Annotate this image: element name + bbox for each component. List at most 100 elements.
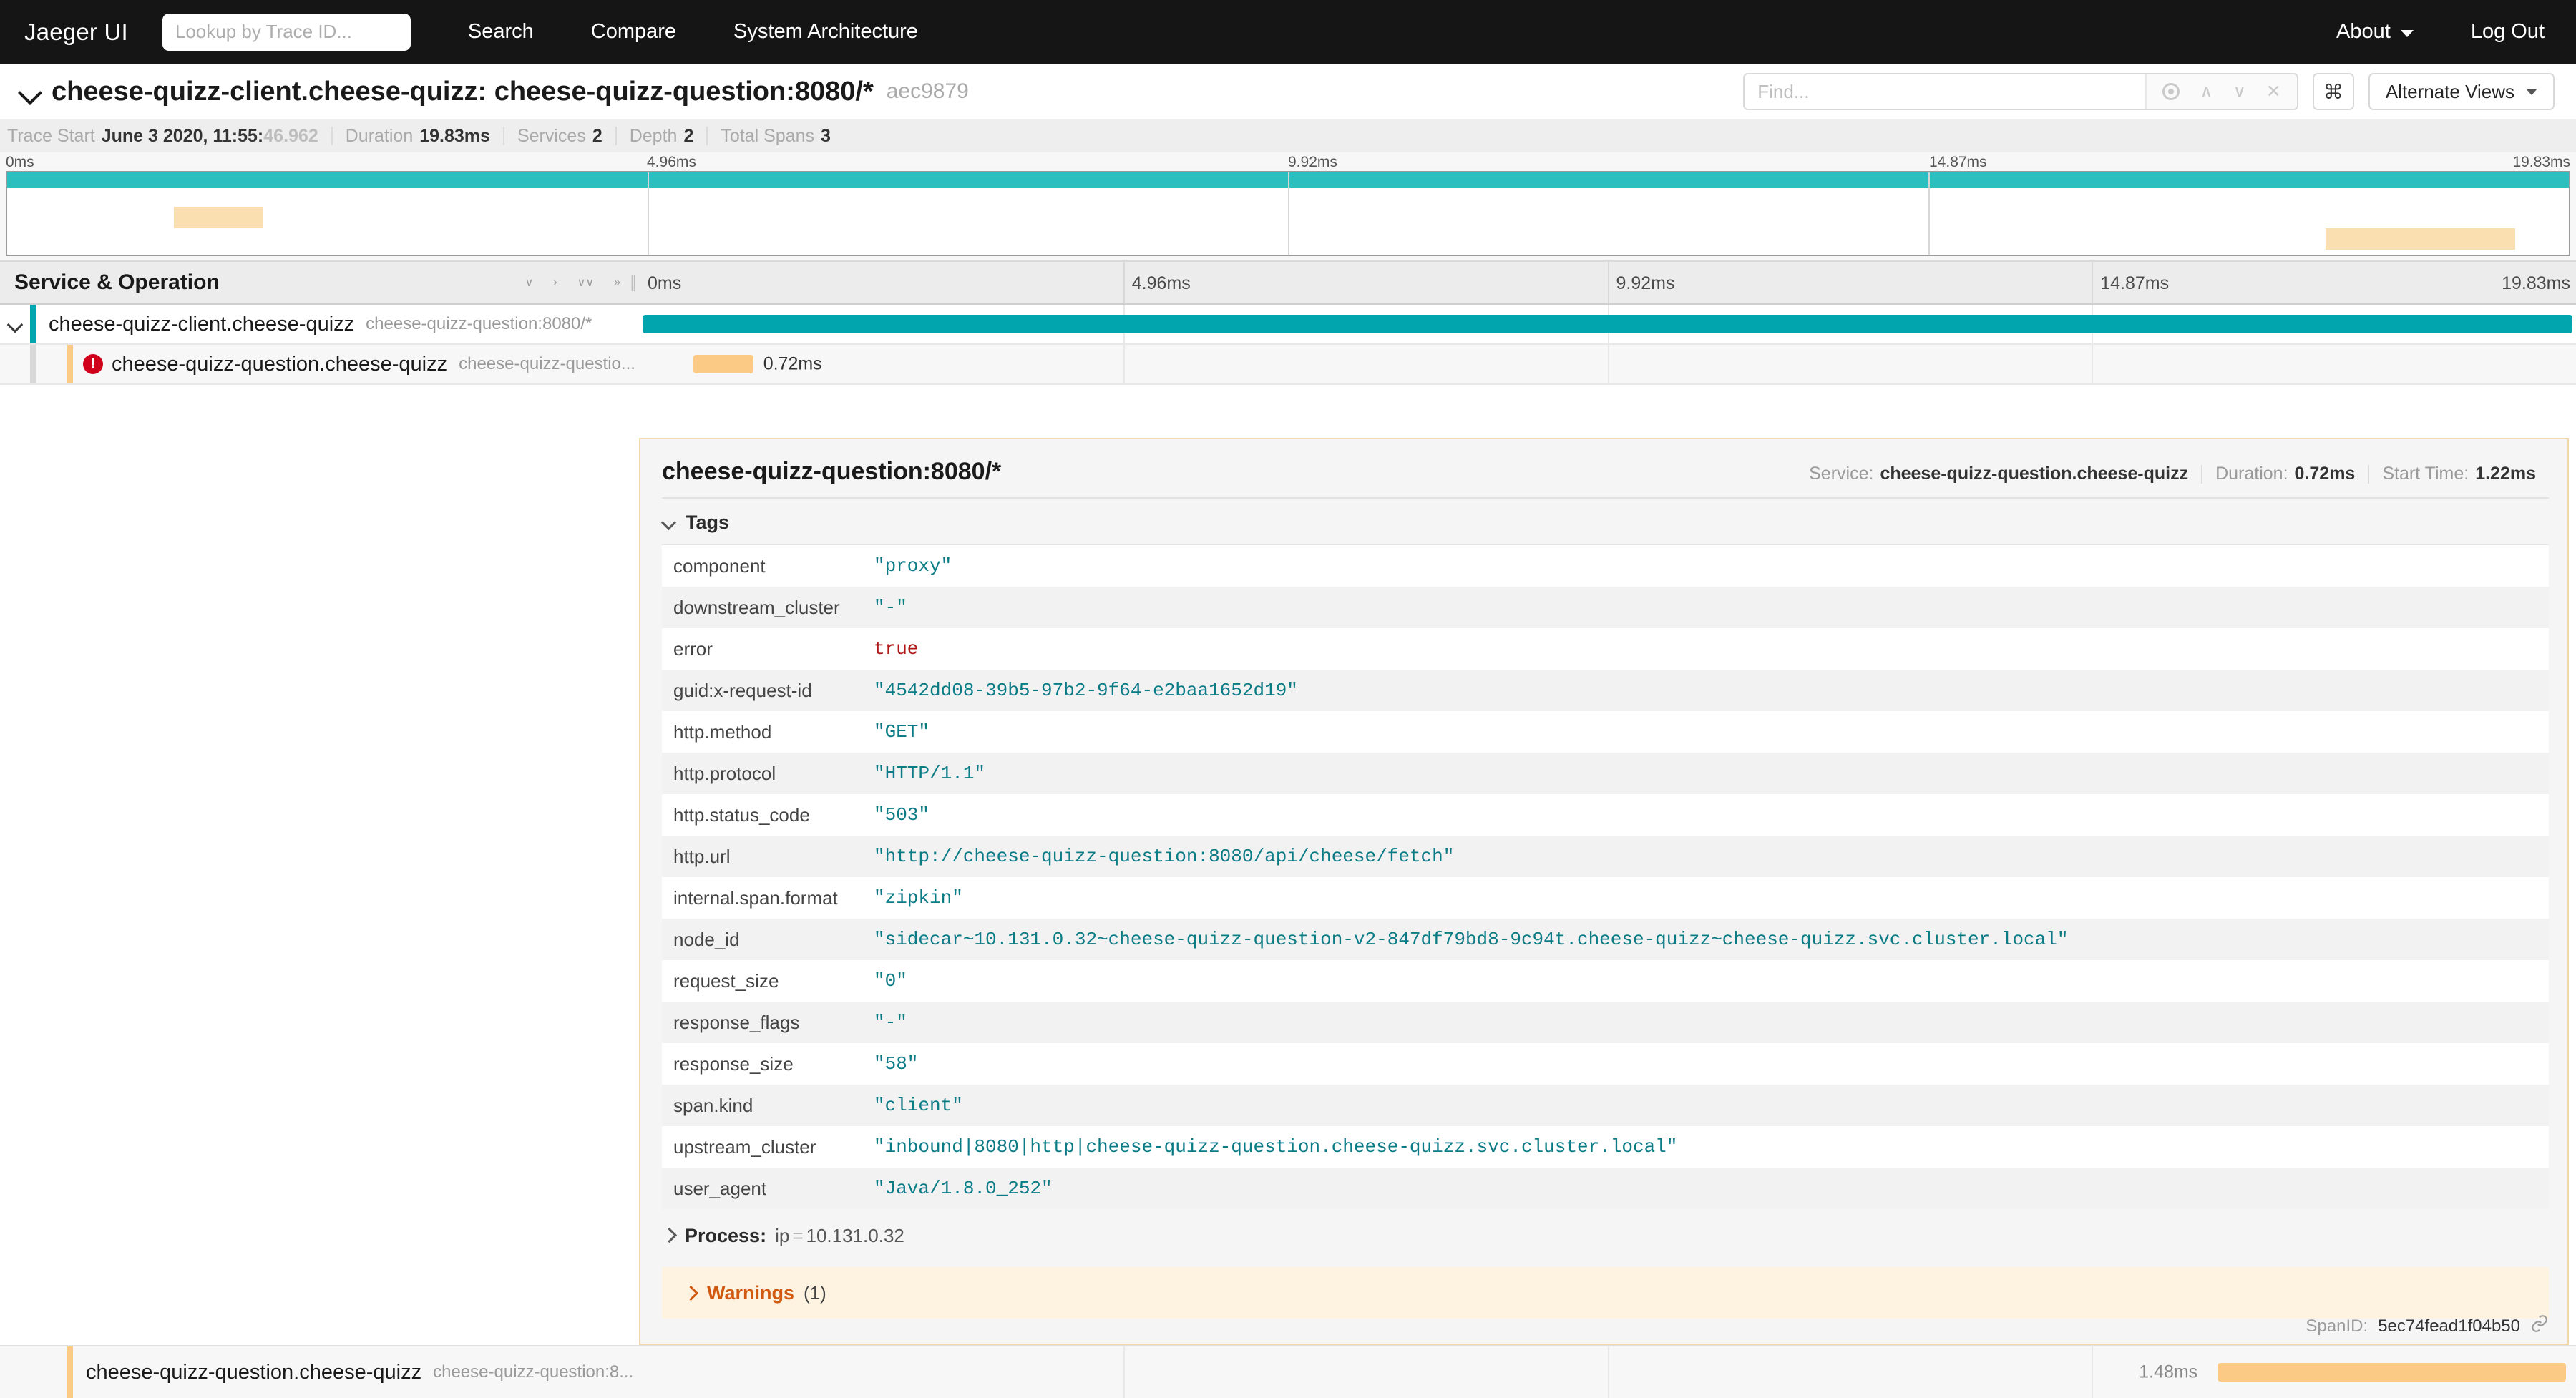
chevron-down-icon bbox=[2400, 29, 2414, 37]
brand-logo[interactable]: Jaeger UI bbox=[24, 19, 128, 46]
tag-row: user_agent "Java/1.8.0_252" bbox=[662, 1168, 2549, 1209]
span-id-value: 5ec74fead1f04b50 bbox=[2378, 1316, 2520, 1336]
summary-label: Trace Start bbox=[7, 125, 95, 146]
timeline-gridline bbox=[2092, 345, 2094, 383]
indent-line bbox=[30, 345, 36, 383]
service-operation-column-header: Service & Operation ∨ › ∨∨ » || bbox=[0, 262, 639, 303]
minimap-gridline bbox=[648, 172, 649, 255]
tag-key: downstream_cluster bbox=[673, 596, 840, 618]
process-section-toggle[interactable]: Process: ip = 10.131.0.32 bbox=[640, 1209, 2567, 1263]
equals-sign: = bbox=[792, 1225, 804, 1246]
page-title: cheese-quizz-client.cheese-quizz: cheese… bbox=[52, 76, 874, 107]
bottom-row-timeline: 1.48ms bbox=[639, 1346, 2576, 1398]
focus-match-icon[interactable] bbox=[2162, 83, 2180, 100]
span-operation-name: cheese-quizz-questio... bbox=[459, 354, 635, 373]
trace-header: cheese-quizz-client.cheese-quizz: cheese… bbox=[0, 64, 2576, 119]
column-resize-handle[interactable]: || bbox=[630, 273, 638, 293]
indent-guide bbox=[30, 345, 67, 383]
timeline-tick: 9.92ms bbox=[1616, 273, 1675, 293]
summary-value-fraction: 46.962 bbox=[263, 125, 318, 146]
span-id-label: SpanID: bbox=[2306, 1316, 2368, 1336]
span-detail-meta: Service: cheese-quizz-question.cheese-qu… bbox=[1796, 464, 2549, 484]
tag-row: http.url "http://cheese-quizz-question:80… bbox=[662, 836, 2549, 877]
span-color-bar bbox=[67, 345, 73, 383]
tag-value: "58" bbox=[874, 1053, 919, 1075]
nav-menu-about[interactable]: About bbox=[2336, 20, 2414, 44]
span-row-timeline[interactable] bbox=[639, 305, 2576, 345]
summary-value-main: June 3 2020, 11:55: bbox=[101, 125, 264, 146]
prev-match-icon[interactable]: ∧ bbox=[2200, 81, 2212, 102]
summary-label: Total Spans bbox=[721, 125, 814, 146]
warnings-section-toggle[interactable]: Warnings (1) bbox=[662, 1267, 2549, 1319]
summary-item-duration: Duration 19.83ms bbox=[333, 126, 503, 147]
tag-value: "4542dd08-39b5-97b2-9f64-e2baa1652d19" bbox=[874, 680, 1298, 701]
tags-section-toggle[interactable]: Tags bbox=[640, 499, 2567, 544]
timeline-gridline bbox=[2092, 1346, 2094, 1398]
collapse-trace-header-icon[interactable] bbox=[17, 79, 42, 104]
keyboard-shortcuts-button[interactable]: ⌘ bbox=[2312, 73, 2354, 110]
span-duration-bar[interactable] bbox=[643, 315, 2572, 333]
tag-value: "zipkin" bbox=[874, 887, 963, 909]
summary-value: 2 bbox=[592, 125, 602, 146]
process-summary: ip = 10.131.0.32 bbox=[775, 1225, 904, 1247]
span-row-left[interactable]: cheese-quizz-client.cheese-quizz cheese-q… bbox=[0, 305, 639, 345]
minimap-tick: 14.87ms bbox=[1929, 154, 1987, 170]
link-icon[interactable] bbox=[2530, 1314, 2549, 1338]
tag-row: downstream_cluster "-" bbox=[662, 587, 2549, 628]
span-duration-bar[interactable] bbox=[2218, 1363, 2567, 1382]
expand-all-icon[interactable]: » bbox=[614, 276, 620, 289]
alternate-views-button[interactable]: Alternate Views bbox=[2368, 73, 2555, 110]
tag-key: span.kind bbox=[673, 1094, 753, 1116]
tag-value: "proxy" bbox=[874, 555, 952, 577]
span-row-timeline[interactable]: 0.72ms bbox=[639, 345, 2576, 385]
meta-start-time: Start Time: 1.22ms bbox=[2369, 464, 2549, 484]
meta-value: 1.22ms bbox=[2475, 464, 2536, 484]
nav-link-system-architecture[interactable]: System Architecture bbox=[733, 20, 918, 44]
timeline-gridline bbox=[2092, 262, 2094, 303]
minimap-span-bar bbox=[173, 207, 263, 228]
meta-service: Service: cheese-quizz-question.cheese-qu… bbox=[1796, 464, 2201, 484]
top-navbar: Jaeger UI Search Compare System Architec… bbox=[0, 0, 2576, 64]
nav-link-compare[interactable]: Compare bbox=[591, 20, 676, 44]
minimap[interactable] bbox=[0, 171, 2576, 260]
collapse-one-icon[interactable]: ∨ bbox=[525, 275, 534, 290]
tag-key: request_size bbox=[673, 969, 779, 992]
error-icon: ! bbox=[83, 354, 103, 374]
tag-key: node_id bbox=[673, 928, 740, 950]
span-duration-label: 0.72ms bbox=[763, 353, 822, 374]
span-rows: cheese-quizz-client.cheese-quizz cheese-q… bbox=[0, 305, 2576, 385]
meta-label: Start Time: bbox=[2382, 464, 2469, 484]
nav-link-search[interactable]: Search bbox=[468, 20, 534, 44]
timeline-gridline bbox=[1123, 262, 1125, 303]
find-input[interactable] bbox=[1745, 74, 2146, 109]
next-match-icon[interactable]: ∨ bbox=[2233, 81, 2246, 102]
minimap-tick: 0ms bbox=[6, 154, 34, 170]
chevron-right-icon bbox=[683, 1286, 698, 1300]
tag-key: response_flags bbox=[673, 1011, 800, 1033]
tag-value: "HTTP/1.1" bbox=[874, 763, 986, 784]
process-value: 10.131.0.32 bbox=[806, 1225, 904, 1246]
span-row[interactable]: ! cheese-quizz-question.cheese-quizz chees… bbox=[0, 345, 2576, 385]
tag-value: "-" bbox=[874, 597, 907, 618]
trace-id-lookup-input[interactable] bbox=[162, 13, 411, 51]
bottom-span-row[interactable]: cheese-quizz-question.cheese-quizz chees… bbox=[0, 1345, 2576, 1398]
nav-link-logout[interactable]: Log Out bbox=[2471, 20, 2545, 44]
span-row[interactable]: cheese-quizz-client.cheese-quizz cheese-q… bbox=[0, 305, 2576, 345]
collapse-all-icon[interactable]: ∨∨ bbox=[577, 275, 594, 290]
timeline-tick: 4.96ms bbox=[1131, 273, 1191, 293]
tag-value: "Java/1.8.0_252" bbox=[874, 1178, 1053, 1199]
chevron-down-icon bbox=[2526, 88, 2537, 95]
span-duration-bar[interactable] bbox=[693, 355, 753, 373]
warnings-label: Warnings bbox=[707, 1281, 795, 1304]
minimap-tick-labels: 0ms 4.96ms 9.92ms 14.87ms 19.83ms bbox=[0, 152, 2576, 171]
minimap-frame[interactable] bbox=[6, 171, 2570, 256]
clear-search-icon[interactable]: ✕ bbox=[2266, 81, 2281, 102]
tag-row: guid:x-request-id "4542dd08-39b5-97b2-9f6… bbox=[662, 670, 2549, 711]
collapse-span-icon[interactable] bbox=[0, 316, 30, 332]
span-duration-label: 1.48ms bbox=[2139, 1362, 2198, 1382]
tag-key: upstream_cluster bbox=[673, 1135, 816, 1158]
expand-one-icon[interactable]: › bbox=[553, 276, 557, 289]
tag-key: http.method bbox=[673, 720, 772, 743]
span-service-name: cheese-quizz-client.cheese-quizz bbox=[49, 312, 355, 336]
span-row-left[interactable]: ! cheese-quizz-question.cheese-quizz chees… bbox=[0, 345, 639, 385]
